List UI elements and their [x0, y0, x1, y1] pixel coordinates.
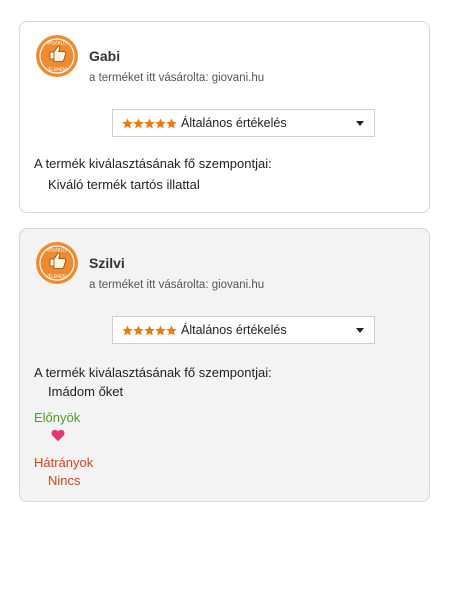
- rating-stars: [122, 117, 177, 129]
- customer-review-badge-icon: VÁSÁRLÓI VÉLEMÉNY: [35, 34, 79, 78]
- star-icon: [155, 117, 166, 128]
- criteria-label: A termék kiválasztásának fő szempontjai:: [34, 365, 272, 380]
- cons-value: Nincs: [48, 473, 81, 488]
- chevron-down-icon: [356, 121, 364, 126]
- star-icon: [144, 324, 155, 335]
- rating-label: Általános értékelés: [181, 323, 287, 337]
- criteria-value: Imádom őket: [48, 384, 124, 399]
- star-icon: [122, 117, 133, 128]
- star-icon: [133, 324, 144, 335]
- reviewer-name: Szilvi: [89, 255, 125, 271]
- pros-label: Előnyök: [34, 410, 81, 425]
- rating-dropdown[interactable]: Általános értékelés: [112, 109, 375, 137]
- cons-label: Hátrányok: [34, 455, 94, 470]
- purchased-at-text: a terméket itt vásárolta: giovani.hu: [89, 279, 265, 291]
- reviewer-name: Gabi: [89, 48, 121, 64]
- svg-text:VÉLEMÉNY: VÉLEMÉNY: [46, 67, 69, 72]
- svg-text:VÉLEMÉNY: VÉLEMÉNY: [46, 274, 69, 279]
- purchased-at-text: a terméket itt vásárolta: giovani.hu: [89, 72, 265, 84]
- criteria-value: Kiváló termék tartós illattal: [48, 177, 200, 192]
- star-icon: [155, 324, 166, 335]
- star-icon: [144, 117, 155, 128]
- star-icon: [133, 117, 144, 128]
- rating-label: Általános értékelés: [181, 116, 287, 130]
- criteria-label: A termék kiválasztásának fő szempontjai:: [34, 156, 272, 171]
- heart-icon: [51, 429, 65, 442]
- chevron-down-icon: [356, 328, 364, 333]
- review-card: VÁSÁRLÓI VÉLEMÉNY Szilvi a terméket itt …: [19, 228, 430, 502]
- svg-text:VÁSÁRLÓI: VÁSÁRLÓI: [47, 248, 68, 253]
- rating-stars: [122, 324, 177, 336]
- customer-review-badge-icon: VÁSÁRLÓI VÉLEMÉNY: [35, 241, 79, 285]
- star-icon: [166, 117, 177, 128]
- review-card: VÁSÁRLÓI VÉLEMÉNY Gabi a terméket itt vá…: [19, 21, 430, 213]
- star-icon: [166, 324, 177, 335]
- rating-dropdown[interactable]: Általános értékelés: [112, 316, 375, 344]
- star-icon: [122, 324, 133, 335]
- svg-text:VÁSÁRLÓI: VÁSÁRLÓI: [47, 41, 68, 46]
